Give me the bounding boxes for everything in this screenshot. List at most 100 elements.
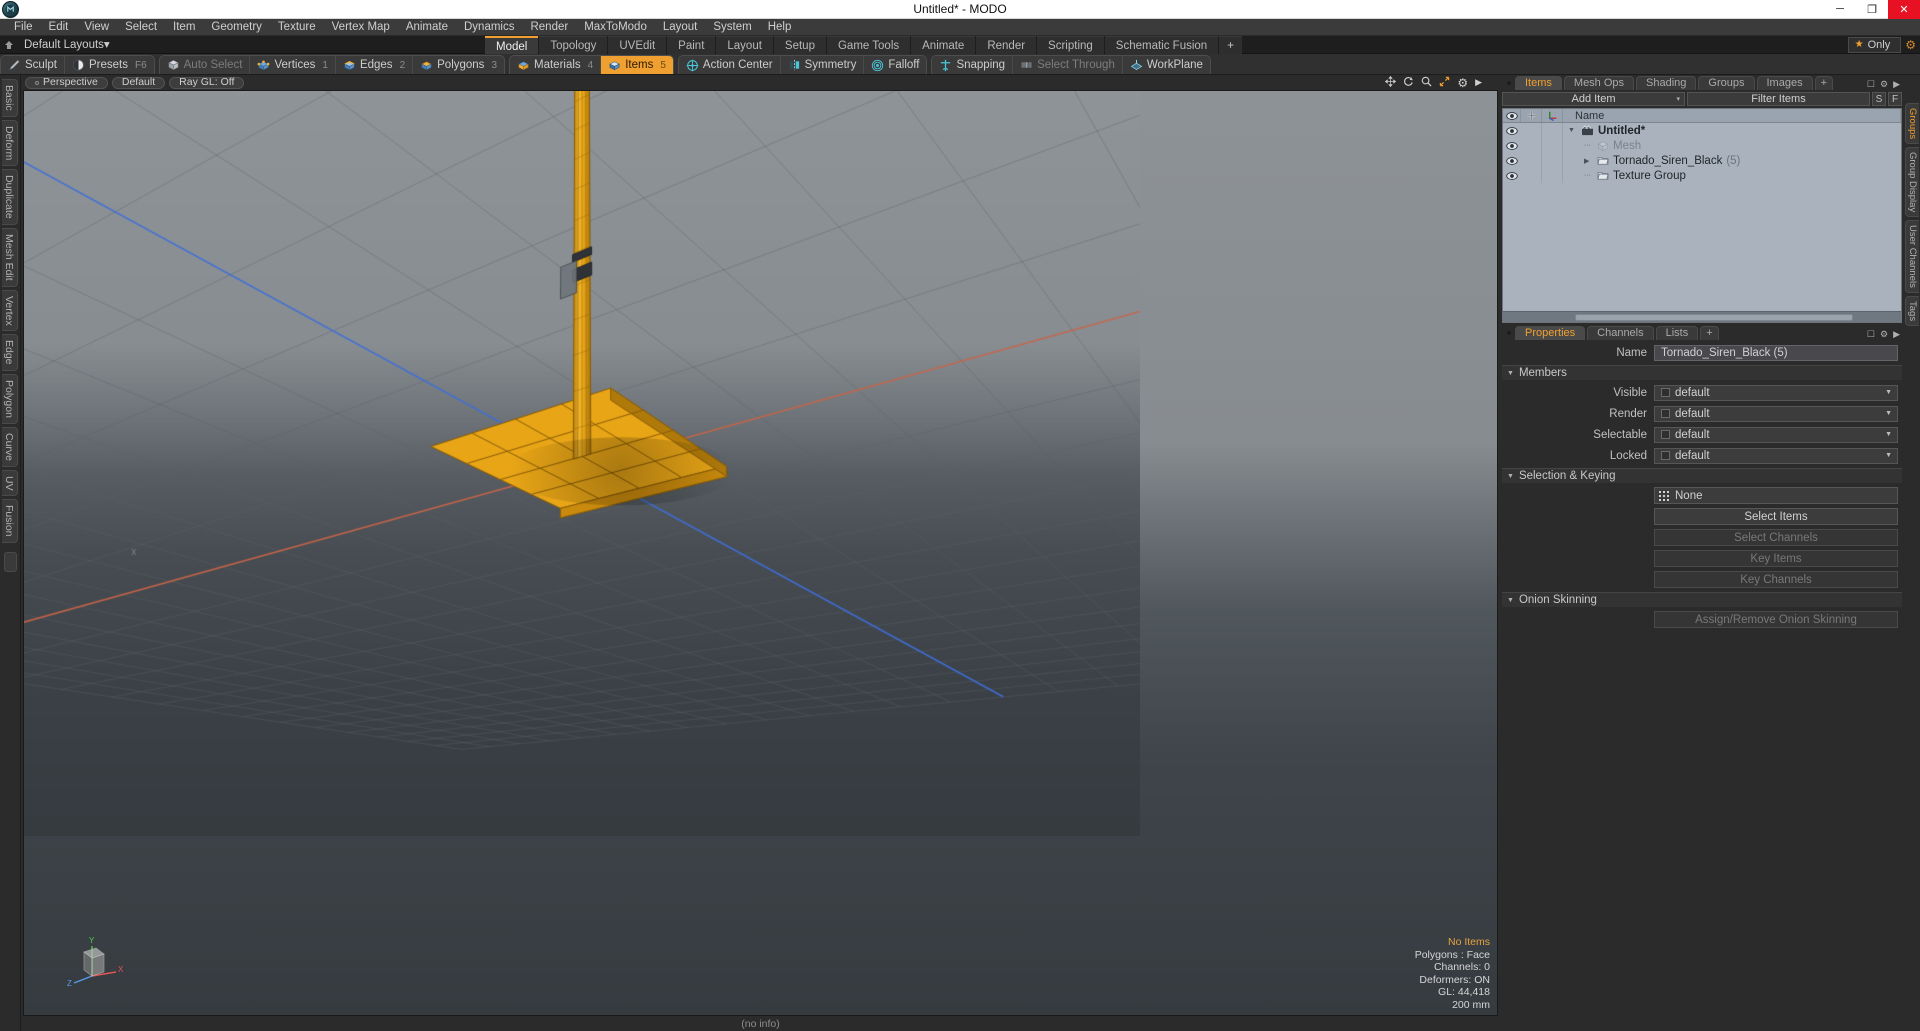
toolbar-button-materials[interactable]: Materials 4 — [510, 56, 600, 74]
toolbar-button-items[interactable]: Items 5 — [600, 56, 673, 74]
viewport-canvas[interactable] — [24, 91, 1140, 836]
items-tree-row[interactable]: ··· Mesh — [1503, 138, 1901, 153]
items-tree-row[interactable]: ··· Texture Group — [1503, 168, 1901, 183]
axis-cell[interactable] — [1542, 153, 1563, 168]
properties-section-header[interactable]: ▼ Members — [1502, 365, 1902, 380]
menu-item-animate[interactable]: Animate — [398, 19, 456, 36]
items-tree-row-name-cell[interactable]: ▶ Tornado_Siren_Black (5) — [1563, 155, 1901, 167]
layout-tab-layout[interactable]: Layout — [716, 35, 773, 54]
items-tree-body[interactable]: ▼ Untitled* ··· Mesh ▶ Tornado_Siren_Black (5)… — [1503, 123, 1901, 311]
filter-f-button[interactable]: F — [1888, 92, 1902, 106]
name-input[interactable]: Tornado_Siren_Black (5) — [1654, 344, 1898, 361]
items-tree[interactable]: Name ▼ Untitled* ··· Mesh ▶ Tornado_Siren_Bla… — [1502, 108, 1902, 323]
layout-tab-animate[interactable]: Animate — [911, 35, 976, 54]
axis-cell[interactable] — [1542, 138, 1563, 153]
layout-selector[interactable]: Default Layouts▾ — [18, 36, 116, 54]
toolbar-button-snapping[interactable]: Snapping — [932, 56, 1012, 74]
left-tab-curve[interactable]: Curve — [2, 426, 18, 467]
menu-item-render[interactable]: Render — [522, 19, 576, 36]
menu-item-view[interactable]: View — [76, 19, 117, 36]
toolbar-button-edges[interactable]: Edges 2 — [334, 56, 412, 74]
layout-tab-setup[interactable]: Setup — [773, 35, 826, 54]
viewport-chip-default[interactable]: Default — [111, 76, 166, 89]
menu-item-help[interactable]: Help — [760, 19, 800, 36]
button-select-items[interactable]: Select Items — [1654, 508, 1898, 525]
left-strip-grip[interactable] — [3, 551, 17, 572]
property-dropdown-locked[interactable]: default ▼ — [1654, 447, 1898, 464]
toolbar-button-action-center[interactable]: Action Center — [679, 56, 780, 74]
3d-viewport[interactable]: Y Z X No Items Polygons : Face Channels: 0… — [23, 90, 1498, 1016]
menu-item-geometry[interactable]: Geometry — [203, 19, 270, 36]
items-tab-items[interactable]: Items — [1515, 76, 1562, 90]
fit-icon[interactable] — [1439, 76, 1450, 90]
toolbar-button-auto-select[interactable]: Auto Select — [160, 56, 250, 74]
properties-side-tab-group-display[interactable]: Group Display — [1905, 147, 1919, 218]
left-tab-mesh-edit[interactable]: Mesh Edit — [2, 227, 18, 287]
layout-tab-game-tools[interactable]: Game Tools — [826, 35, 911, 54]
layout-tab-scripting[interactable]: Scripting — [1037, 35, 1104, 54]
axis-cell[interactable] — [1542, 168, 1563, 183]
items-tab-add[interactable]: + — [1814, 76, 1834, 90]
add-item-button[interactable]: Add Item ▾ — [1502, 92, 1685, 106]
properties-tab-properties[interactable]: Properties — [1515, 326, 1586, 340]
chevron-right-icon[interactable]: ▶ — [1893, 329, 1900, 340]
chevron-right-icon[interactable]: ▶ — [1893, 79, 1900, 90]
left-tab-polygon[interactable]: Polygon — [2, 373, 18, 424]
eye-icon[interactable] — [1503, 141, 1521, 150]
menu-item-layout[interactable]: Layout — [655, 19, 706, 36]
property-dropdown-render[interactable]: default ▼ — [1654, 405, 1898, 422]
properties-section-header[interactable]: ▼ Onion Skinning — [1502, 592, 1902, 607]
minimize-button[interactable]: ─ — [1824, 0, 1856, 19]
layout-tab-topology[interactable]: Topology — [539, 35, 608, 54]
toolbar-button-workplane[interactable]: WorkPlane — [1121, 56, 1210, 74]
lock-cell[interactable] — [1521, 123, 1542, 138]
properties-tab-add[interactable]: + — [1700, 326, 1719, 340]
layout-tab-uvedit[interactable]: UVEdit — [608, 35, 667, 54]
menu-item-file[interactable]: File — [6, 19, 41, 36]
eye-icon[interactable] — [1503, 156, 1521, 165]
expander-triangle-icon[interactable]: ▶ — [1584, 157, 1593, 165]
items-tree-row[interactable]: ▶ Tornado_Siren_Black (5) — [1503, 153, 1901, 168]
menu-item-vertex-map[interactable]: Vertex Map — [324, 19, 398, 36]
toolbar-button-select-through[interactable]: Select Through — [1012, 56, 1122, 74]
viewport-chip-ray-gl-off[interactable]: Ray GL: Off — [169, 76, 245, 89]
close-button[interactable]: ✕ — [1888, 0, 1920, 19]
zoom-icon[interactable] — [1421, 76, 1432, 90]
properties-tab-lists[interactable]: Lists — [1655, 326, 1699, 340]
gear-icon[interactable]: ⚙ — [1905, 38, 1916, 52]
popout-icon[interactable]: ☐ — [1867, 79, 1875, 90]
properties-side-tab-groups[interactable]: Groups — [1905, 103, 1919, 145]
items-tree-row-name-cell[interactable]: ··· Texture Group — [1563, 170, 1901, 182]
only-toggle-button[interactable]: ★ Only — [1847, 36, 1902, 53]
move-icon[interactable] — [1385, 75, 1397, 90]
viewport-chip-perspective[interactable]: Perspective — [25, 76, 108, 89]
scrollbar-thumb[interactable] — [1574, 313, 1854, 321]
maximize-button[interactable]: ❐ — [1856, 0, 1888, 19]
menu-item-system[interactable]: System — [705, 19, 759, 36]
left-tab-deform[interactable]: Deform — [2, 119, 18, 167]
toolbar-button-polygons[interactable]: Polygons 3 — [412, 56, 504, 74]
axis-cell[interactable] — [1542, 123, 1563, 138]
button-none[interactable]: None — [1654, 487, 1898, 504]
left-tab-fusion[interactable]: Fusion — [2, 499, 18, 543]
rotate-icon[interactable] — [1403, 76, 1414, 90]
lock-cell[interactable] — [1521, 168, 1542, 183]
property-dropdown-selectable[interactable]: default ▼ — [1654, 426, 1898, 443]
left-tab-duplicate[interactable]: Duplicate — [2, 169, 18, 225]
lock-cell[interactable] — [1521, 153, 1542, 168]
panel-menu-dot-icon[interactable] — [1503, 326, 1515, 340]
items-tree-row-name-cell[interactable]: ▼ Untitled* — [1563, 125, 1901, 137]
eye-icon[interactable] — [1503, 171, 1521, 180]
left-tab-uv[interactable]: UV — [2, 469, 18, 497]
items-tree-row-name-cell[interactable]: ··· Mesh — [1563, 140, 1901, 152]
popout-icon[interactable]: ☐ — [1867, 329, 1875, 340]
layout-tab-render[interactable]: Render — [976, 35, 1037, 54]
items-tab-groups[interactable]: Groups — [1698, 76, 1755, 90]
expander-triangle-icon[interactable]: ▼ — [1568, 127, 1577, 134]
properties-tab-channels[interactable]: Channels — [1587, 326, 1654, 340]
left-tab-basic[interactable]: Basic — [2, 79, 18, 117]
items-tree-row[interactable]: ▼ Untitled* — [1503, 123, 1901, 138]
toolbar-button-sculpt[interactable]: Sculpt — [1, 56, 64, 74]
toolbar-button-presets[interactable]: Presets F6 — [63, 56, 154, 74]
menu-item-maxtomodo[interactable]: MaxToModo — [576, 19, 655, 36]
